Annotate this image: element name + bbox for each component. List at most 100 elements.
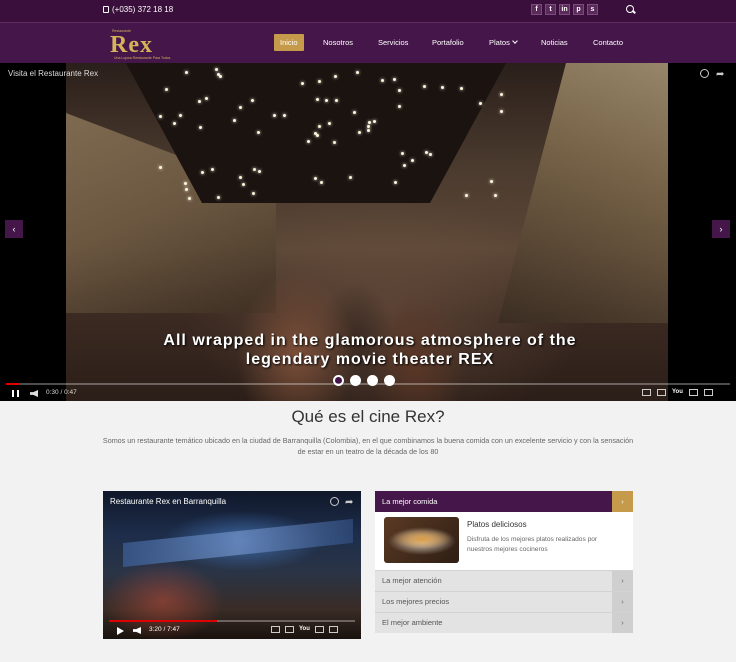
pinterest-icon[interactable]: p [573,4,584,15]
nav-item-platos[interactable]: Platos [489,34,518,51]
ceiling-light [173,121,177,125]
accordion-item-atencion[interactable]: La mejor atención › [375,570,633,591]
video2-time: 3:20 / 7:47 [149,626,180,633]
hero-video-slider[interactable]: Visita el Restaurante Rex ➦ All wrapped … [0,63,736,401]
accordion-item-label: Los mejores precios [382,597,450,606]
ceiling-light [197,99,201,103]
logo-tagline: Una Lujosa Restaurante Para Todos [114,56,171,60]
captions-icon[interactable] [642,389,651,396]
twitter-icon[interactable]: t [545,4,556,15]
facebook-icon[interactable]: f [531,4,542,15]
ceiling-light [499,110,503,114]
video-progress-fill [6,383,21,385]
skype-icon[interactable]: s [587,4,598,15]
video2-progress-bar[interactable] [109,620,355,622]
video-title[interactable]: Visita el Restaurante Rex [8,69,98,78]
chevron-right-icon: › [612,491,633,512]
ceiling-light [397,88,401,92]
ceiling-light [188,196,192,200]
section-description: Somos un restaurante temático ubicado en… [102,436,634,456]
ceiling-light [333,74,337,78]
ceiling-light [494,194,498,198]
captions-icon[interactable] [271,626,280,633]
ceiling-light [397,104,401,108]
cast-icon[interactable] [314,626,324,633]
accordion-header-label: La mejor comida [382,497,438,506]
ceiling-light [328,121,332,125]
section-title: Qué es el cine Rex? [291,407,445,426]
ceiling-light [313,176,317,180]
fullscreen-icon[interactable] [703,389,713,396]
ceiling-light [282,113,286,117]
share-icon[interactable]: ➦ [345,497,353,508]
nav-item-platos-label: Platos [489,38,510,47]
ceiling-light [410,158,414,162]
ceiling-light [238,175,242,179]
video2-controls-right: You [271,626,338,633]
ceiling-light [392,77,396,81]
settings-icon[interactable] [657,389,666,396]
nav-item-portafolio[interactable]: Portafolio [432,34,464,51]
phone-icon [103,6,109,13]
play-icon[interactable] [117,627,124,635]
food-image [384,517,459,563]
accordion-item-ambiente[interactable]: El mejor ambiente › [375,612,633,633]
volume-icon[interactable] [133,627,141,634]
nav-item-servicios[interactable]: Servicios [378,34,408,51]
ceiling-light [380,79,384,83]
video2-title[interactable]: Restaurante Rex en Barranquilla [110,497,226,506]
slide-caption-line1: All wrapped in the glamorous atmosphere … [163,332,577,349]
video2-controls: 3:20 / 7:47 You [103,624,361,638]
settings-icon[interactable] [285,626,294,633]
site-logo[interactable]: Restaurante Rex Una Lujosa Restaurante P… [108,29,170,61]
video-progress-bar[interactable] [6,383,730,385]
accordion-item-label: El mejor ambiente [382,618,443,627]
nav-item-noticias[interactable]: Noticias [541,34,568,51]
main-navbar: Restaurante Rex Una Lujosa Restaurante P… [0,22,736,63]
linkedin-icon[interactable]: in [559,4,570,15]
social-links: f t in p s [531,4,598,15]
video-controls-right: You [642,389,713,396]
ceiling-light [332,140,336,144]
features-accordion: La mejor comida › Platos deliciosos Disf… [375,491,633,633]
watch-later-icon[interactable] [330,497,339,506]
chevron-right-icon: › [612,613,633,633]
slider-next-button[interactable]: › [712,220,730,238]
video2-progress-fill [109,620,218,622]
volume-icon[interactable] [30,390,38,397]
ceiling-light [489,179,493,183]
cast-icon[interactable] [688,389,698,396]
nav-item-nosotros[interactable]: Nosotros [323,34,353,51]
nav-item-inicio[interactable]: Inicio [274,34,304,51]
share-icon[interactable]: ➦ [716,69,724,80]
accordion-panel: Platos deliciosos Disfruta de los mejore… [375,512,633,570]
watch-later-icon[interactable] [700,69,709,78]
ceiling-light [355,71,359,75]
youtube-logo-icon[interactable]: You [672,389,683,396]
accordion-item-precios[interactable]: Los mejores precios › [375,591,633,612]
youtube-logo-icon[interactable]: You [299,626,310,633]
video-time: 0:30 / 0:47 [46,389,77,396]
chevron-right-icon: › [612,592,633,612]
ceiling-light [500,92,504,96]
nav-item-contacto[interactable]: Contacto [593,34,623,51]
ceiling-light [306,139,310,143]
accordion-header-mejor-comida[interactable]: La mejor comida › [375,491,633,512]
accordion-item-label: La mejor atención [382,576,442,585]
top-bar: (+035) 372 18 18 f t in p s [0,0,736,22]
ceiling-light [241,182,245,186]
ceiling-light [440,85,444,89]
pause-icon[interactable] [12,390,19,397]
ceiling-light [318,79,322,83]
slider-prev-button[interactable]: ‹ [5,220,23,238]
search-icon[interactable] [626,5,634,13]
slide-caption-line2: legendary movie theater REX [245,351,495,368]
ceiling-light [164,88,168,92]
ceiling-light [158,114,162,118]
logo-text: Rex [110,32,153,58]
embedded-video[interactable]: Restaurante Rex en Barranquilla ➦ 3:20 /… [103,491,361,639]
fullscreen-icon[interactable] [328,626,338,633]
ceiling-light [216,72,220,76]
video-controls: 0:30 / 0:47 You [0,387,736,401]
phone-info[interactable]: (+035) 372 18 18 [103,5,173,14]
